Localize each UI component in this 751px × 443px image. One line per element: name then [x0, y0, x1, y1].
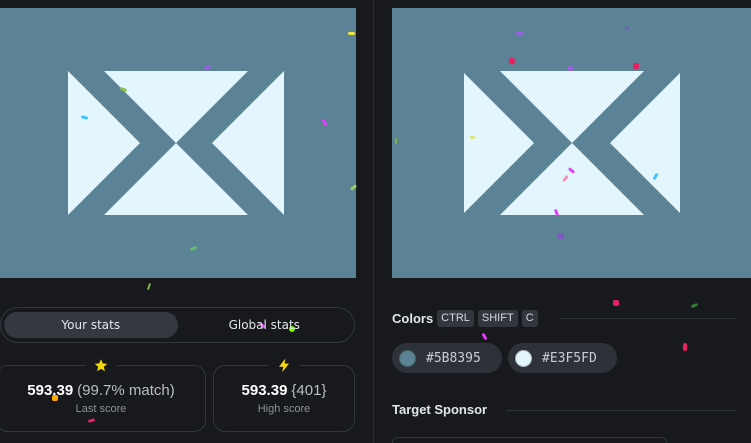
color-hex: #E3F5FD [542, 350, 597, 366]
confetti [568, 66, 573, 71]
stats-tabs: Your stats Global stats [0, 307, 355, 343]
tab-global-stats[interactable]: Global stats [178, 312, 352, 338]
high-score-card: 593.39 {401} High score [213, 356, 355, 432]
confetti [348, 32, 355, 35]
confetti [558, 233, 564, 239]
confetti [690, 302, 699, 309]
last-score-number: 593.39 [27, 382, 74, 399]
colors-heading: Colors CTRL SHIFT C [392, 310, 538, 327]
color-swatch-button[interactable]: #5B8395 [392, 343, 502, 373]
target-shape-drawing [464, 71, 680, 215]
sponsor-title: Target Sponsor [392, 402, 488, 417]
color-dot [399, 349, 416, 367]
kbd-ctrl: CTRL [437, 310, 474, 327]
match-percent: (99.7% match) [77, 382, 175, 399]
high-score-count: {401} [291, 382, 327, 399]
sponsor-heading: Target Sponsor [392, 402, 487, 417]
tab-your-stats[interactable]: Your stats [4, 312, 178, 338]
sponsor-divider [506, 410, 737, 411]
kbd-shift: SHIFT [477, 310, 518, 327]
confetti [395, 138, 397, 144]
colors-title: Colors [392, 311, 434, 326]
star-icon [85, 356, 117, 374]
kbd-c: C [521, 310, 538, 327]
confetti [146, 282, 152, 291]
last-score-value: 593.39 (99.7% match) [27, 382, 174, 399]
high-score-value: 593.39 {401} [242, 382, 327, 399]
confetti [683, 343, 687, 351]
high-score-label: High score [257, 403, 311, 415]
last-score-card: 593.39 (99.7% match) Last score [0, 356, 206, 432]
high-score-number: 593.39 [241, 382, 288, 399]
color-hex: #5B8395 [426, 350, 481, 366]
confetti [613, 300, 619, 306]
output-canvas[interactable] [0, 8, 356, 278]
last-score-label: Last score [75, 403, 127, 415]
colors-divider [560, 318, 737, 319]
target-canvas [392, 8, 751, 278]
output-shape-drawing [68, 71, 284, 215]
panel-divider [373, 0, 374, 443]
color-dot [515, 349, 532, 367]
confetti [481, 332, 488, 341]
color-swatch-button[interactable]: #E3F5FD [508, 343, 617, 373]
sponsor-input[interactable] [392, 437, 667, 443]
bolt-icon [268, 356, 300, 374]
confetti [633, 63, 639, 69]
confetti [470, 136, 475, 139]
app-root: Your stats Global stats 593.39 (99.7% mat… [0, 0, 751, 443]
confetti [625, 27, 629, 30]
confetti [516, 32, 523, 35]
